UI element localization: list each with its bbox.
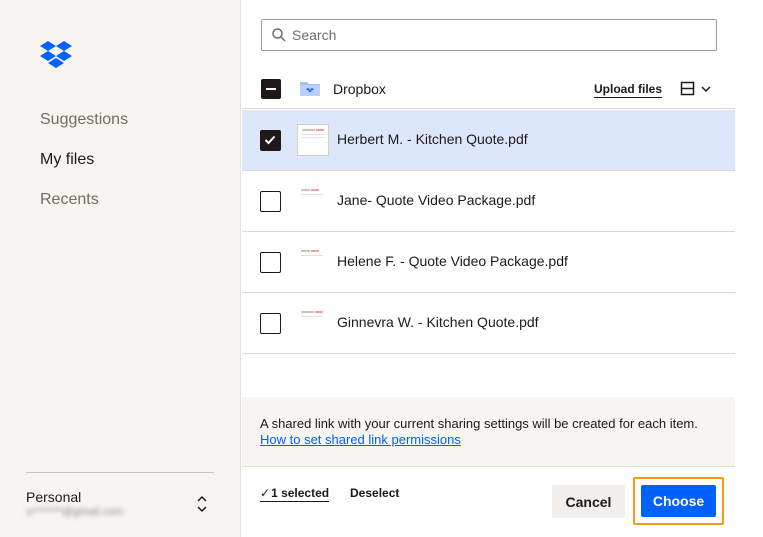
folder-name: Dropbox — [333, 81, 386, 97]
choose-button[interactable]: Choose — [641, 485, 716, 517]
file-row[interactable]: Helene F. - Quote Video Package.pdf — [242, 232, 735, 293]
file-name: Jane- Quote Video Package.pdf — [337, 192, 536, 208]
account-switcher[interactable]: Personal u*******@gmail.com — [26, 488, 222, 528]
account-email: u*******@gmail.com — [26, 506, 124, 518]
file-name: Herbert M. - Kitchen Quote.pdf — [337, 131, 528, 147]
shared-link-info: A shared link with your current sharing … — [242, 397, 735, 466]
upload-files-button[interactable]: Upload files — [594, 82, 663, 98]
pdf-thumbnail-icon — [297, 124, 329, 156]
pdf-thumbnail-icon — [297, 185, 329, 217]
checkmark-icon: ✓ — [260, 486, 271, 500]
file-checkbox[interactable] — [260, 252, 281, 273]
selected-count-label: 1 selected — [271, 486, 330, 500]
search-box[interactable] — [261, 19, 717, 51]
file-checkbox[interactable] — [260, 191, 281, 212]
file-checkbox[interactable] — [260, 130, 281, 151]
shared-link-info-text: A shared link with your current sharing … — [260, 416, 698, 431]
folder-header: Dropbox Upload files — [242, 70, 735, 109]
file-row[interactable]: Herbert M. - Kitchen Quote.pdf — [242, 110, 735, 171]
file-row[interactable]: Ginnevra W. - Kitchen Quote.pdf — [242, 293, 735, 354]
sidebar: Suggestions My files Recents Personal u*… — [0, 0, 241, 537]
sidebar-item-my-files[interactable]: My files — [40, 151, 94, 169]
account-name: Personal — [26, 489, 82, 505]
cancel-button[interactable]: Cancel — [552, 485, 625, 518]
file-row[interactable]: Jane- Quote Video Package.pdf — [242, 171, 735, 232]
deselect-button[interactable]: Deselect — [350, 486, 399, 500]
dropbox-logo-icon[interactable] — [40, 41, 72, 69]
sidebar-item-suggestions[interactable]: Suggestions — [40, 111, 128, 129]
search-icon — [272, 28, 286, 42]
search-input[interactable] — [292, 20, 702, 50]
choose-button-highlight: Choose — [633, 477, 724, 525]
chevron-up-down-icon — [195, 494, 209, 514]
folder-icon — [299, 79, 321, 97]
pdf-thumbnail-icon — [297, 246, 329, 278]
selected-count[interactable]: ✓1 selected — [260, 486, 330, 502]
pdf-thumbnail-icon — [297, 307, 329, 339]
sidebar-item-recents[interactable]: Recents — [40, 191, 99, 209]
select-all-checkbox[interactable] — [261, 79, 281, 99]
shared-link-permissions-link[interactable]: How to set shared link permissions — [260, 432, 461, 447]
file-picker: Dropbox Upload files Herbert M. - Kitche… — [242, 0, 763, 537]
file-name: Ginnevra W. - Kitchen Quote.pdf — [337, 314, 539, 330]
grid-view-icon[interactable] — [680, 80, 716, 98]
sidebar-divider — [26, 472, 214, 473]
file-checkbox[interactable] — [260, 313, 281, 334]
file-name: Helene F. - Quote Video Package.pdf — [337, 253, 568, 269]
footer-divider — [242, 466, 735, 467]
